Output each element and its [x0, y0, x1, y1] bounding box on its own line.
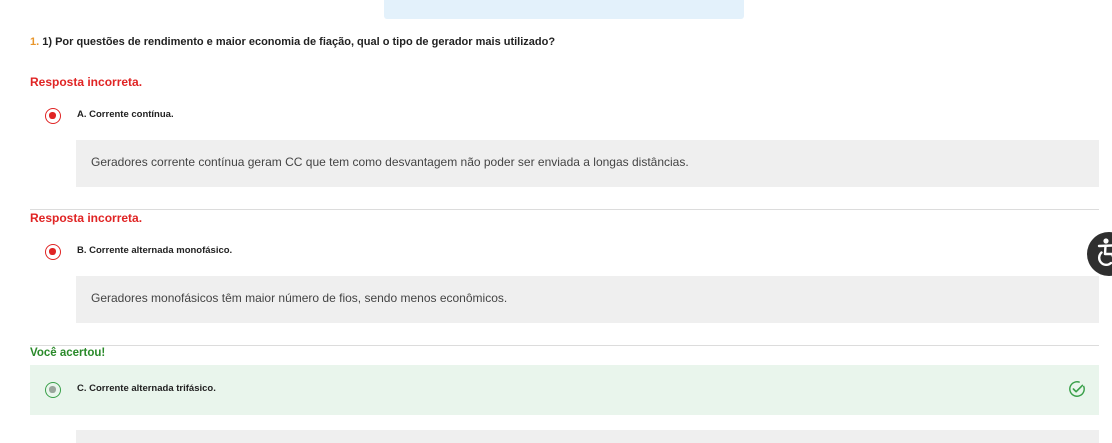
answer-status-b: Resposta incorreta. [30, 211, 143, 225]
answer-feedback-a: Geradores corrente contínua geram CC que… [76, 140, 1099, 187]
radio-selected-icon[interactable] [45, 244, 61, 260]
answer-feedback-c [76, 430, 1099, 443]
answer-label-b: B. Corrente alternada monofásico. [77, 245, 233, 256]
check-circle-icon [1069, 381, 1085, 397]
answer-feedback-b: Geradores monofásicos têm maior número d… [76, 276, 1099, 323]
divider [30, 209, 1099, 210]
answer-option-a[interactable]: A. Corrente contínua. [30, 100, 1099, 130]
answer-option-c[interactable]: C. Corrente alternada trifásico. [30, 365, 1099, 415]
radio-selected-icon[interactable] [45, 382, 61, 398]
quiz-review-page: 1. 1) Por questões de rendimento e maior… [0, 0, 1112, 443]
answer-label-a: A. Corrente contínua. [77, 109, 174, 120]
answer-label-c: C. Corrente alternada trifásico. [77, 383, 216, 394]
question-statement: 1) Por questões de rendimento e maior ec… [42, 36, 556, 48]
question-number: 1. [30, 36, 40, 48]
answer-option-b[interactable]: B. Corrente alternada monofásico. [30, 236, 1099, 266]
answer-status-a: Resposta incorreta. [30, 75, 143, 89]
question-text: 1. 1) Por questões de rendimento e maior… [30, 36, 555, 48]
divider [30, 345, 1099, 346]
top-banner [384, 0, 744, 19]
accessibility-icon [1097, 238, 1112, 266]
radio-selected-icon[interactable] [45, 108, 61, 124]
answer-status-c: Você acertou! [30, 347, 106, 359]
accessibility-button[interactable] [1087, 232, 1112, 276]
